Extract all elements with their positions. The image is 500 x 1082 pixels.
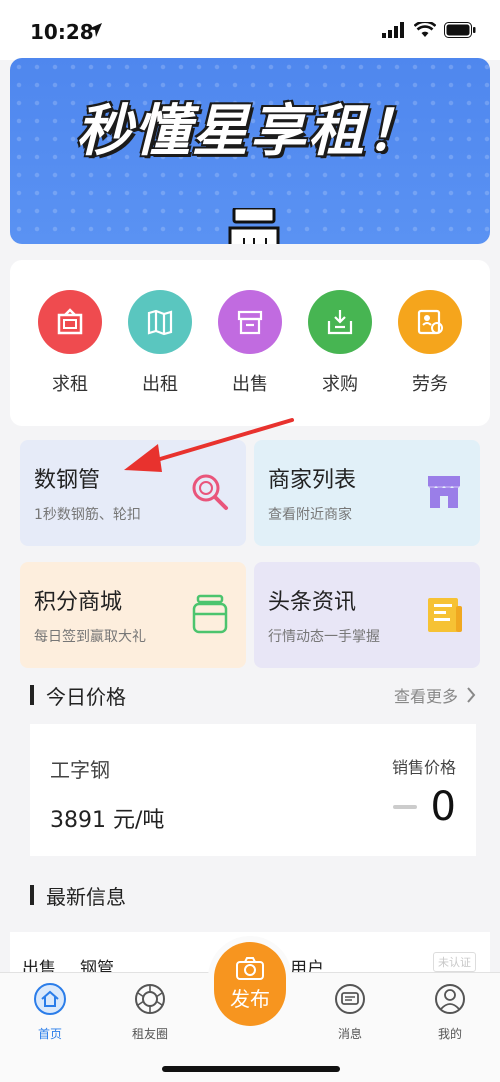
id-card-icon bbox=[398, 290, 462, 354]
section-title: 最新信息 bbox=[46, 884, 126, 909]
signal-icon bbox=[382, 22, 404, 38]
aperture-icon bbox=[135, 984, 165, 1014]
map-icon bbox=[128, 290, 192, 354]
banner-title: 秒懂星享租！ bbox=[76, 99, 424, 164]
wifi-icon bbox=[414, 22, 436, 37]
flat-trend-icon bbox=[392, 805, 417, 809]
box-icon bbox=[218, 290, 282, 354]
quick-action-labor[interactable]: 劳务 bbox=[390, 290, 470, 396]
quick-action-label: 劳务 bbox=[412, 374, 448, 395]
quick-action-label: 求购 bbox=[322, 374, 358, 395]
tile-points-mall[interactable]: 积分商城 每日签到赢取大礼 bbox=[20, 562, 246, 668]
tab-label: 租友圈 bbox=[131, 1027, 168, 1041]
status-indicators bbox=[382, 22, 476, 38]
download-box-icon bbox=[308, 290, 372, 354]
battery-icon bbox=[444, 22, 476, 38]
tile-headline-news[interactable]: 头条资讯 行情动态一手掌握 bbox=[254, 562, 480, 668]
quick-action-lease[interactable]: 出租 bbox=[120, 290, 200, 396]
tab-messages[interactable]: 消息 bbox=[315, 983, 385, 1042]
section-marker bbox=[30, 885, 34, 905]
quick-actions-card: 求租 出租 出售 求购 劳务 bbox=[10, 260, 490, 426]
tab-label: 消息 bbox=[337, 1027, 362, 1041]
view-more-link[interactable]: 查看更多 bbox=[394, 683, 476, 707]
status-time: 10:28 bbox=[30, 20, 94, 44]
location-arrow-icon bbox=[88, 23, 102, 37]
quick-action-label: 出租 bbox=[142, 374, 178, 395]
tab-home[interactable]: 首页 bbox=[15, 983, 85, 1042]
tab-friend-circle[interactable]: 租友圈 bbox=[115, 983, 185, 1042]
latest-info-header: 最新信息 bbox=[30, 882, 126, 909]
quick-action-rent-request[interactable]: 求租 bbox=[30, 290, 110, 396]
tile-merchant-list[interactable]: 商家列表 查看附近商家 bbox=[254, 440, 480, 546]
camera-icon bbox=[236, 956, 264, 980]
promo-banner[interactable]: 秒懂星享租！ bbox=[10, 58, 490, 244]
section-marker bbox=[30, 685, 34, 705]
chevron-right-icon bbox=[467, 687, 476, 703]
quick-action-sell[interactable]: 出售 bbox=[210, 290, 290, 396]
publish-label: 发布 bbox=[230, 986, 270, 1011]
price-item-value: 3891 元/吨 bbox=[50, 808, 165, 833]
today-price-header: 今日价格 bbox=[30, 682, 126, 709]
store-icon bbox=[428, 476, 460, 508]
quick-action-label: 求租 bbox=[52, 374, 88, 395]
view-more-label: 查看更多 bbox=[393, 687, 458, 706]
sale-price-label: 销售价格 bbox=[391, 758, 456, 777]
quick-action-buy[interactable]: 求购 bbox=[300, 290, 380, 396]
quick-action-label: 出售 bbox=[232, 374, 268, 395]
home-indicator bbox=[162, 1066, 340, 1072]
publish-button[interactable]: 发布 bbox=[214, 942, 286, 1026]
tab-label: 我的 bbox=[437, 1027, 462, 1041]
home-icon bbox=[34, 983, 66, 1015]
unverified-badge: 未认证 bbox=[433, 952, 476, 972]
section-title: 今日价格 bbox=[46, 684, 126, 709]
message-icon bbox=[335, 984, 365, 1014]
price-change-value: 0 bbox=[430, 784, 456, 830]
newspaper-icon bbox=[428, 598, 462, 632]
price-item-name: 工字钢 bbox=[50, 758, 110, 782]
pointing-hand-icon bbox=[228, 208, 280, 244]
jar-icon bbox=[192, 594, 228, 634]
price-card[interactable]: 工字钢 3891 元/吨 销售价格 0 bbox=[30, 724, 476, 856]
user-icon bbox=[435, 984, 465, 1014]
tab-profile[interactable]: 我的 bbox=[415, 983, 485, 1042]
frame-icon bbox=[38, 290, 102, 354]
tab-label: 首页 bbox=[37, 1027, 62, 1041]
tile-count-pipes[interactable]: 数钢管 1秒数钢筋、轮扣 bbox=[20, 440, 246, 546]
magnifier-icon bbox=[192, 474, 228, 510]
status-bar: 10:28 bbox=[0, 0, 500, 60]
price-change: 0 bbox=[392, 784, 456, 830]
